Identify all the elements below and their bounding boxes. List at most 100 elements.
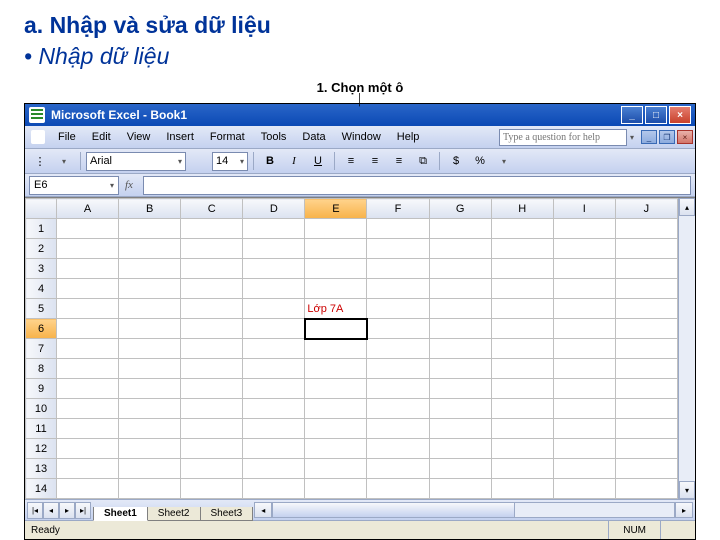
cell-A6[interactable]	[57, 319, 119, 339]
row-header-3[interactable]: 3	[26, 259, 57, 279]
cell-H13[interactable]	[491, 459, 553, 479]
cell-C4[interactable]	[181, 279, 243, 299]
cell-H14[interactable]	[491, 479, 553, 499]
cell-H4[interactable]	[491, 279, 553, 299]
cell-A14[interactable]	[57, 479, 119, 499]
cell-I13[interactable]	[553, 459, 615, 479]
menu-edit[interactable]: Edit	[85, 131, 118, 143]
row-header-9[interactable]: 9	[26, 379, 57, 399]
cell-H10[interactable]	[491, 399, 553, 419]
cell-E2[interactable]	[305, 239, 367, 259]
select-all-cell[interactable]	[26, 199, 57, 219]
row-header-13[interactable]: 13	[26, 459, 57, 479]
cell-C11[interactable]	[181, 419, 243, 439]
worksheet-icon[interactable]	[31, 130, 45, 144]
cell-J2[interactable]	[615, 239, 677, 259]
cell-I12[interactable]	[553, 439, 615, 459]
cell-G1[interactable]	[429, 219, 491, 239]
cell-A2[interactable]	[57, 239, 119, 259]
cell-H3[interactable]	[491, 259, 553, 279]
cell-G9[interactable]	[429, 379, 491, 399]
cell-D5[interactable]	[243, 299, 305, 319]
menu-file[interactable]: File	[51, 131, 83, 143]
column-header-E[interactable]: E	[305, 199, 367, 219]
cell-J9[interactable]	[615, 379, 677, 399]
cell-H11[interactable]	[491, 419, 553, 439]
column-header-D[interactable]: D	[243, 199, 305, 219]
cell-G3[interactable]	[429, 259, 491, 279]
toolbar-more-icon[interactable]: ▾	[493, 152, 515, 170]
underline-button[interactable]: U	[307, 152, 329, 170]
cell-C3[interactable]	[181, 259, 243, 279]
row-header-4[interactable]: 4	[26, 279, 57, 299]
cell-J12[interactable]	[615, 439, 677, 459]
cell-D10[interactable]	[243, 399, 305, 419]
cell-J5[interactable]	[615, 299, 677, 319]
cell-G14[interactable]	[429, 479, 491, 499]
fx-icon[interactable]	[125, 179, 133, 191]
menu-insert[interactable]: Insert	[159, 131, 201, 143]
tab-nav-next-button[interactable]: ▸	[59, 502, 75, 519]
cell-A3[interactable]	[57, 259, 119, 279]
cell-J1[interactable]	[615, 219, 677, 239]
horizontal-scrollbar[interactable]: ◂ ▸	[254, 502, 693, 518]
cell-E10[interactable]	[305, 399, 367, 419]
cell-A1[interactable]	[57, 219, 119, 239]
cell-G8[interactable]	[429, 359, 491, 379]
cell-J3[interactable]	[615, 259, 677, 279]
cell-C7[interactable]	[181, 339, 243, 359]
cell-A4[interactable]	[57, 279, 119, 299]
cell-J13[interactable]	[615, 459, 677, 479]
row-header-2[interactable]: 2	[26, 239, 57, 259]
cell-A5[interactable]	[57, 299, 119, 319]
cell-C12[interactable]	[181, 439, 243, 459]
bold-button[interactable]: B	[259, 152, 281, 170]
align-left-button[interactable]: ≡	[340, 152, 362, 170]
font-size-select[interactable]: 14▾	[212, 152, 248, 171]
italic-button[interactable]: I	[283, 152, 305, 170]
cell-B7[interactable]	[119, 339, 181, 359]
cell-B13[interactable]	[119, 459, 181, 479]
cell-D2[interactable]	[243, 239, 305, 259]
cell-E8[interactable]	[305, 359, 367, 379]
cell-B4[interactable]	[119, 279, 181, 299]
tab-nav-last-button[interactable]: ▸|	[75, 502, 91, 519]
cell-G12[interactable]	[429, 439, 491, 459]
row-header-8[interactable]: 8	[26, 359, 57, 379]
cell-D1[interactable]	[243, 219, 305, 239]
cell-A7[interactable]	[57, 339, 119, 359]
window-minimize-button[interactable]: _	[621, 106, 643, 124]
window-close-button[interactable]: ×	[669, 106, 691, 124]
cell-J11[interactable]	[615, 419, 677, 439]
cell-E14[interactable]	[305, 479, 367, 499]
cell-B8[interactable]	[119, 359, 181, 379]
menu-view[interactable]: View	[120, 131, 158, 143]
cell-I4[interactable]	[553, 279, 615, 299]
cell-B1[interactable]	[119, 219, 181, 239]
cell-G2[interactable]	[429, 239, 491, 259]
cell-H8[interactable]	[491, 359, 553, 379]
cell-C13[interactable]	[181, 459, 243, 479]
cell-D3[interactable]	[243, 259, 305, 279]
cell-J14[interactable]	[615, 479, 677, 499]
cell-G6[interactable]	[429, 319, 491, 339]
cell-F11[interactable]	[367, 419, 429, 439]
cell-I7[interactable]	[553, 339, 615, 359]
menu-window[interactable]: Window	[335, 131, 388, 143]
hscroll-thumb[interactable]	[273, 503, 514, 517]
scroll-up-icon[interactable]: ▴	[679, 198, 695, 216]
cell-G10[interactable]	[429, 399, 491, 419]
cell-F6[interactable]	[367, 319, 429, 339]
cell-H9[interactable]	[491, 379, 553, 399]
cell-F13[interactable]	[367, 459, 429, 479]
menu-format[interactable]: Format	[203, 131, 252, 143]
cell-E1[interactable]	[305, 219, 367, 239]
tab-nav-prev-button[interactable]: ◂	[43, 502, 59, 519]
cell-D13[interactable]	[243, 459, 305, 479]
cell-B5[interactable]	[119, 299, 181, 319]
cell-J4[interactable]	[615, 279, 677, 299]
cell-J7[interactable]	[615, 339, 677, 359]
cell-F12[interactable]	[367, 439, 429, 459]
cell-B12[interactable]	[119, 439, 181, 459]
cell-H12[interactable]	[491, 439, 553, 459]
